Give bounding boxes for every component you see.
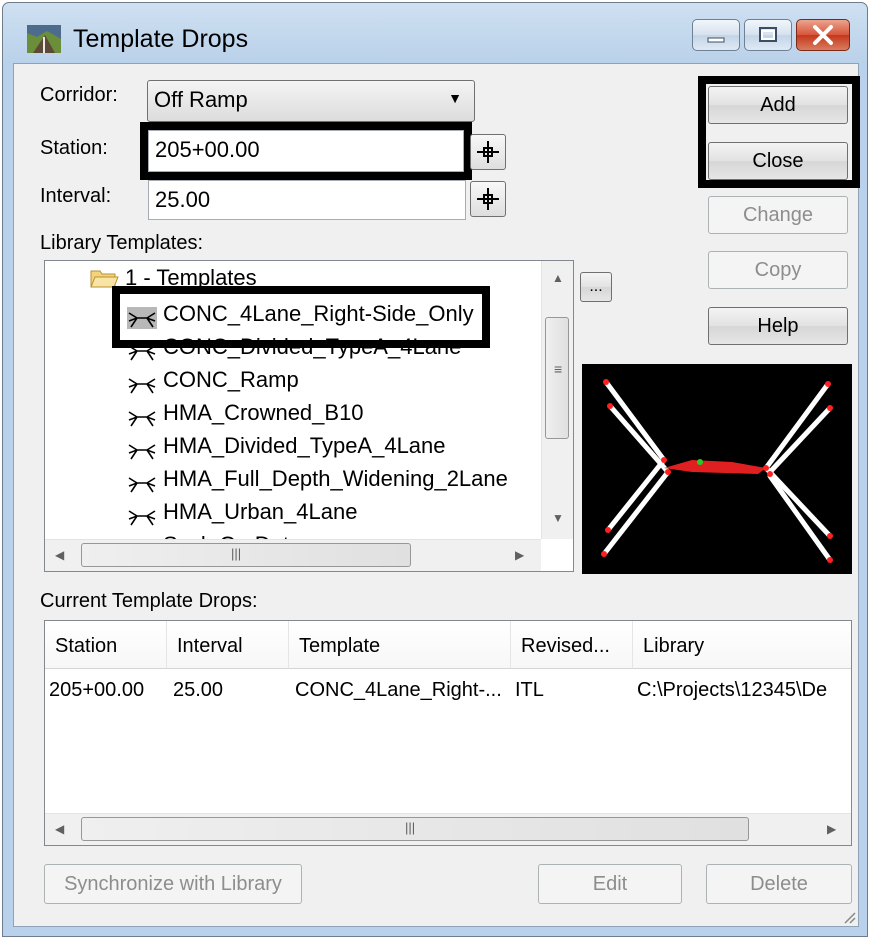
row-library-cell: C:\Projects\12345\De [637, 679, 828, 701]
tree-item-label: HMA_Full_Depth_Widening_2Lane [163, 466, 508, 491]
add-close-highlight-box [698, 76, 860, 188]
interval-label: Interval: [40, 185, 112, 207]
template-icon [128, 411, 156, 427]
scroll-up-icon[interactable]: ▲ [552, 271, 564, 285]
copy-button[interactable]: Copy [708, 251, 848, 289]
close-icon [813, 25, 833, 45]
tree-horizontal-scroll-thumb[interactable] [81, 543, 411, 567]
tree-item-label: HMA_Urban_4Lane [163, 499, 358, 524]
row-interval-cell: 25.00 [173, 679, 224, 701]
corridor-selected-value: Off Ramp [154, 87, 248, 112]
template-icon [128, 477, 156, 493]
station-highlight-box [140, 122, 472, 180]
drops-horizontal-scrollbar[interactable]: ◀ ||| ▶ [45, 813, 851, 845]
maximize-button[interactable] [744, 19, 792, 51]
tree-item-label: HMA_Crowned_B10 [163, 400, 364, 425]
minimize-icon [707, 37, 725, 43]
station-pick-button[interactable] [470, 134, 506, 170]
tree-vertical-scrollbar[interactable]: ▲ ≡ ▼ [541, 261, 573, 539]
delete-button[interactable]: Delete [706, 864, 852, 904]
tree-vertical-scroll-thumb[interactable] [545, 317, 569, 439]
minimize-button[interactable] [692, 19, 740, 51]
scroll-left-icon[interactable]: ◀ [55, 822, 64, 836]
selected-template-highlight-box [112, 286, 490, 348]
grip-icon: ||| [231, 546, 242, 561]
crosshair-icon [477, 188, 499, 210]
row-template-cell: CONC_4Lane_Right-... [295, 679, 502, 701]
template-icon [128, 510, 156, 526]
tree-horizontal-scrollbar[interactable]: ◀ ||| ▶ [45, 539, 541, 571]
column-header-library[interactable]: Library [633, 621, 851, 669]
scroll-right-icon[interactable]: ▶ [827, 822, 836, 836]
template-icon [128, 378, 156, 394]
row-revised-cell: ITL [515, 679, 544, 701]
close-window-button[interactable] [796, 19, 850, 51]
column-header-station[interactable]: Station [45, 621, 167, 669]
window-title: Template Drops [73, 25, 249, 53]
template-drops-app-icon [27, 25, 61, 53]
edit-button[interactable]: Edit [538, 864, 682, 904]
row-station-cell: 205+00.00 [49, 679, 145, 701]
grip-icon: ||| [405, 820, 416, 835]
maximize-icon [759, 27, 777, 42]
current-template-drops-label: Current Template Drops: [40, 590, 258, 612]
station-label: Station: [40, 137, 108, 159]
corridor-dropdown[interactable]: Off Ramp ▼ [147, 80, 475, 122]
change-button[interactable]: Change [708, 196, 848, 234]
template-preview [582, 364, 852, 574]
column-header-template[interactable]: Template [289, 621, 511, 669]
grip-icon: ≡ [554, 361, 563, 377]
crosshair-icon [477, 141, 499, 163]
help-button[interactable]: Help [708, 307, 848, 345]
template-icon [128, 444, 156, 460]
column-header-revised[interactable]: Revised... [511, 621, 633, 669]
current-template-drops-list[interactable]: Station Interval Template Revised... Lib… [44, 620, 852, 846]
scroll-down-icon[interactable]: ▼ [552, 511, 564, 525]
corridor-label: Corridor: [40, 84, 118, 106]
dialog-client-area: Corridor: Off Ramp ▼ Station: 205+00.00 … [13, 63, 860, 927]
chevron-down-icon: ▼ [448, 90, 462, 106]
library-templates-label: Library Templates: [40, 232, 204, 254]
synchronize-with-library-button[interactable]: Synchronize with Library [44, 864, 302, 904]
title-bar[interactable]: Template Drops [3, 3, 867, 63]
tree-item-label: HMA_Divided_TypeA_4Lane [163, 433, 446, 458]
template-drops-window: Template Drops Corridor: Off Ramp ▼ Stat… [2, 2, 868, 937]
tree-item-label: CONC_Ramp [163, 367, 299, 392]
resize-grip-icon[interactable] [842, 910, 856, 924]
browse-library-button[interactable]: ... [580, 272, 612, 302]
interval-pick-button[interactable] [470, 181, 506, 217]
interval-input[interactable]: 25.00 [148, 180, 466, 220]
column-header-interval[interactable]: Interval [167, 621, 289, 669]
scroll-left-icon[interactable]: ◀ [55, 548, 64, 562]
scroll-right-icon[interactable]: ▶ [515, 548, 524, 562]
